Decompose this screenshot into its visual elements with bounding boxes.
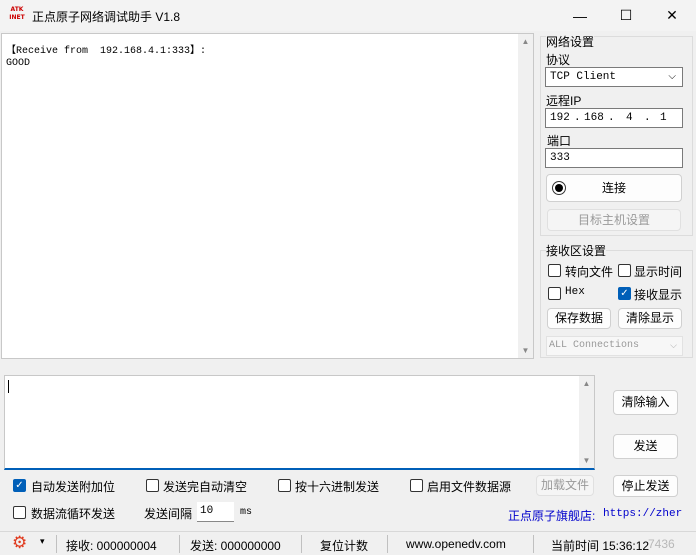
scroll-up-icon[interactable]: ▲	[518, 37, 533, 46]
recv-show-checkbox[interactable]: ✓	[618, 287, 631, 300]
load-file-button[interactable]: 加载文件	[536, 475, 594, 496]
watermark-text: 7436	[648, 537, 675, 551]
remote-ip-label: 远程IP	[546, 94, 582, 108]
hex-checkbox[interactable]	[548, 287, 561, 300]
scroll-up-icon[interactable]: ▲	[579, 379, 594, 388]
close-button[interactable]: ✕	[649, 0, 695, 31]
website-link[interactable]: www.openedv.com	[406, 537, 506, 551]
clear-input-button[interactable]: 清除输入	[613, 390, 678, 415]
window-title: 正点原子网络调试助手 V1.8	[32, 10, 181, 24]
connect-label: 连接	[601, 181, 626, 195]
protocol-select[interactable]: TCP Client ⌵	[545, 67, 683, 87]
connect-button[interactable]: 连接	[546, 174, 682, 202]
minimize-button[interactable]: —	[557, 0, 603, 31]
port-label: 端口	[547, 134, 572, 148]
ip-octet-3[interactable]: 4	[626, 109, 633, 127]
recv-show-label: 接收显示	[634, 288, 683, 302]
stop-send-button[interactable]: 停止发送	[613, 475, 678, 497]
show-time-label: 显示时间	[634, 265, 683, 279]
gear-icon[interactable]: ⚙	[12, 533, 27, 553]
to-file-checkbox[interactable]	[548, 264, 561, 277]
dropdown-arrow-icon[interactable]: ▾	[40, 536, 45, 547]
auto-append-checkbox[interactable]: ✓	[13, 479, 26, 492]
target-host-button[interactable]: 目标主机设置	[547, 209, 681, 231]
interval-unit: ms	[240, 507, 253, 518]
file-source-checkbox[interactable]	[410, 479, 423, 492]
ip-octet-4[interactable]: 1	[660, 109, 667, 127]
remote-ip-input[interactable]: 192 . 168 . 4 . 1	[545, 108, 683, 128]
clear-after-send-label: 发送完自动清空	[163, 480, 248, 494]
receive-content: 【Receive from 192.168.4.1:333】: GOOD	[6, 46, 207, 69]
ip-octet-1[interactable]: 192	[550, 109, 570, 127]
scroll-down-icon[interactable]: ▼	[579, 456, 594, 465]
flagship-label: 正点原子旗舰店:	[508, 509, 596, 523]
receive-scrollbar[interactable]: ▲ ▼	[518, 34, 533, 358]
status-bar: ⚙ ▾ 接收: 000000004 发送: 000000000 复位计数 www…	[0, 531, 696, 555]
receive-textarea[interactable]: 【Receive from 192.168.4.1:333】: GOOD ▲ ▼	[1, 33, 534, 359]
file-source-label: 启用文件数据源	[427, 480, 512, 494]
hex-label: Hex	[565, 286, 585, 298]
to-file-label: 转向文件	[565, 265, 614, 279]
send-button[interactable]: 发送	[613, 434, 678, 459]
show-time-checkbox[interactable]	[618, 264, 631, 277]
scroll-down-icon[interactable]: ▼	[518, 346, 533, 355]
protocol-value: TCP Client	[550, 71, 617, 83]
auto-append-label: 自动发送附加位	[31, 480, 116, 494]
clear-display-button[interactable]: 清除显示	[618, 308, 682, 329]
hex-send-checkbox[interactable]	[278, 479, 291, 492]
interval-input[interactable]: 10	[197, 502, 234, 522]
hex-send-label: 按十六进制发送	[295, 480, 380, 494]
current-time: 当前时间 15:36:12	[551, 539, 650, 553]
network-settings-title: 网络设置	[546, 33, 595, 50]
port-input[interactable]: 333	[545, 148, 683, 168]
send-textarea[interactable]: ▲ ▼	[4, 375, 595, 470]
reset-count-button[interactable]: 复位计数	[320, 537, 368, 554]
sent-count: 发送: 000000000	[190, 539, 281, 553]
maximize-button[interactable]: ☐	[603, 0, 649, 31]
text-cursor	[8, 380, 9, 393]
connections-value: ALL Connections	[549, 340, 640, 351]
protocol-label: 协议	[546, 53, 571, 67]
connections-select[interactable]: ALL Connections ⌵	[546, 336, 683, 356]
loop-send-label: 数据流循环发送	[31, 507, 116, 521]
clear-after-send-checkbox[interactable]	[146, 479, 159, 492]
loop-send-checkbox[interactable]	[13, 506, 26, 519]
interval-label: 发送间隔	[144, 507, 193, 521]
save-data-button[interactable]: 保存数据	[547, 308, 611, 329]
app-icon: ATK INET	[9, 6, 25, 21]
chevron-down-icon: ⌵	[670, 341, 677, 351]
receive-settings-title: 接收区设置	[546, 242, 607, 259]
chevron-down-icon: ⌵	[668, 71, 676, 82]
flagship-link[interactable]: https://zher	[603, 508, 693, 520]
connection-status-icon	[552, 181, 566, 195]
recv-count: 接收: 000000004	[66, 539, 157, 553]
send-scrollbar[interactable]: ▲ ▼	[579, 376, 594, 468]
ip-octet-2[interactable]: 168	[584, 109, 604, 127]
